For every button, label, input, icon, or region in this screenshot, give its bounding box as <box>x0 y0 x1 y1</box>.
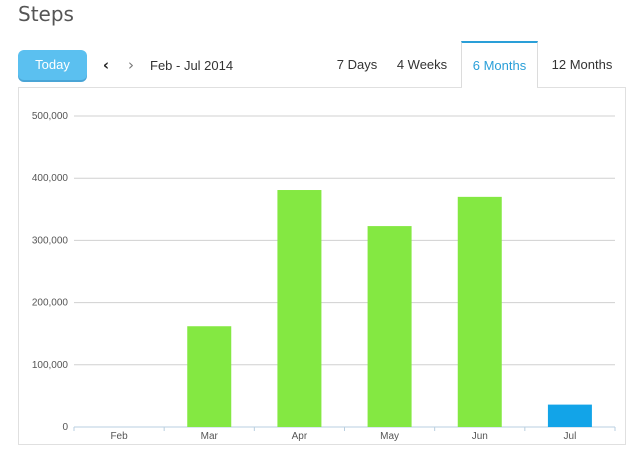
date-range-label: Feb - Jul 2014 <box>150 58 234 73</box>
x-tick-label: Feb <box>110 431 128 442</box>
x-tick-label: Jun <box>472 431 488 442</box>
chevron-left-icon[interactable]: ‹ <box>98 55 114 75</box>
bar-may <box>367 226 412 427</box>
range-tabs: 7 Days 4 Weeks 6 Months 12 Months <box>326 41 626 87</box>
bar-jul <box>547 404 592 427</box>
y-tick-label: 0 <box>62 422 68 433</box>
steps-bar-chart: 0 100,000 200,000 300,000 400,000 500,000 Feb M… <box>32 111 616 442</box>
chevron-right-icon[interactable]: › <box>123 55 139 75</box>
today-button[interactable]: Today <box>18 50 87 80</box>
y-tick-label: 100,000 <box>32 360 69 371</box>
y-tick-label: 300,000 <box>32 235 69 246</box>
x-tick-label: Mar <box>201 431 219 442</box>
bar-apr <box>277 190 322 427</box>
y-tick-label: 400,000 <box>32 173 69 184</box>
x-tick-label: Apr <box>292 431 308 442</box>
y-tick-label: 200,000 <box>32 298 69 309</box>
tab-12-months[interactable]: 12 Months <box>538 41 626 87</box>
bar-jun <box>457 196 502 427</box>
tab-7-days[interactable]: 7 Days <box>326 41 388 87</box>
x-tick-label: Jul <box>564 431 577 442</box>
page-title: Steps <box>18 2 74 26</box>
y-tick-label: 500,000 <box>32 111 69 122</box>
x-tick-label: May <box>380 431 399 442</box>
tab-4-weeks[interactable]: 4 Weeks <box>389 41 455 87</box>
bar-mar <box>187 326 232 427</box>
tab-6-months[interactable]: 6 Months <box>461 41 538 87</box>
steps-chart-panel: 0 100,000 200,000 300,000 400,000 500,000 Feb M… <box>18 88 626 445</box>
